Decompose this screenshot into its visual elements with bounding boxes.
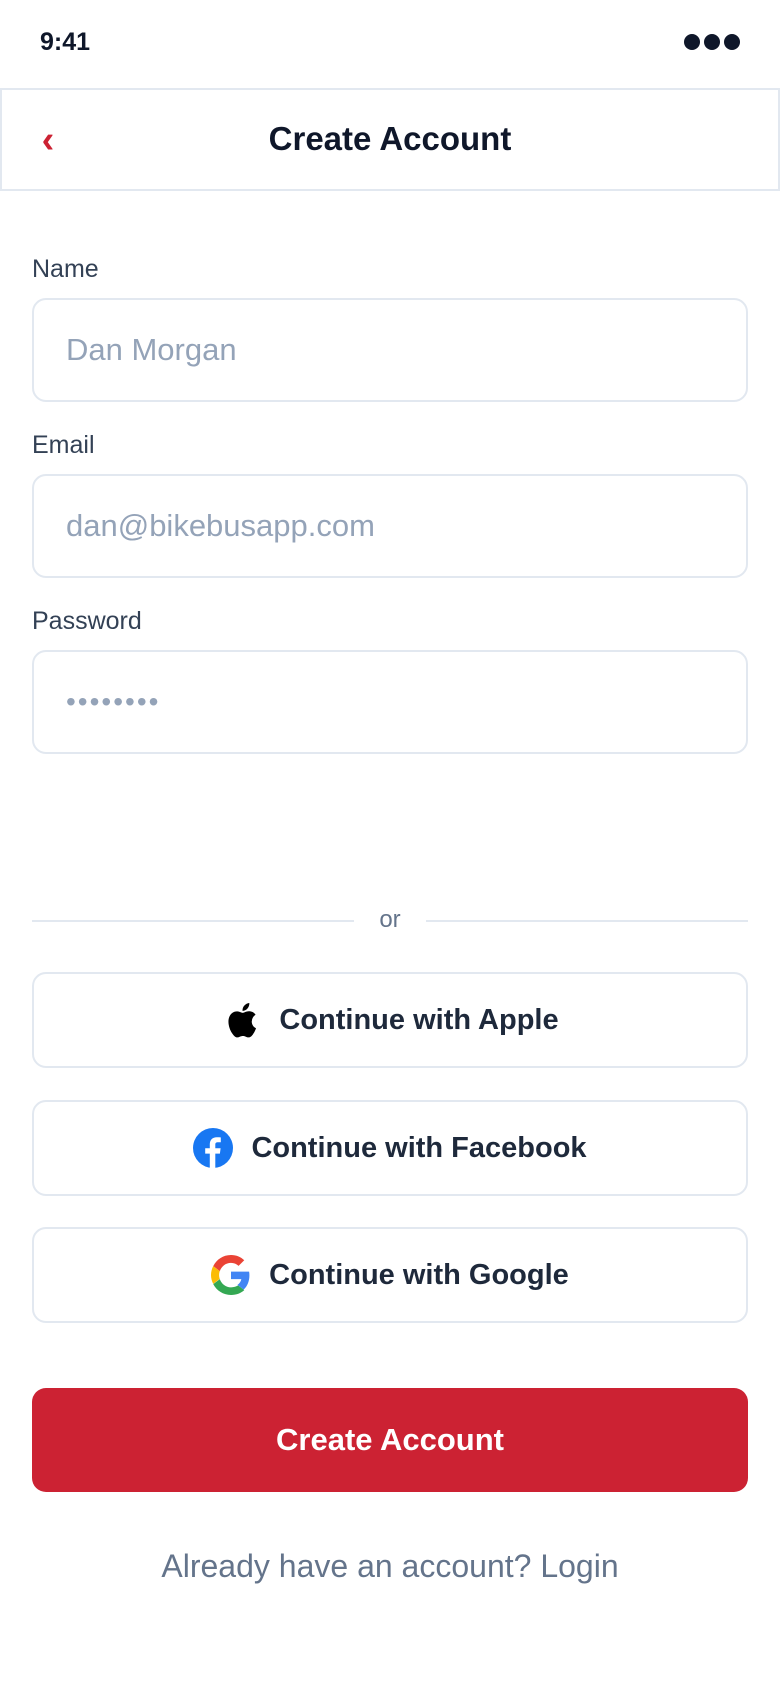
apple-button-label: Continue with Apple <box>279 1003 559 1036</box>
password-field-group: Password •••••••• <box>32 604 748 780</box>
login-link[interactable]: Already have an account? Login <box>0 1548 780 1585</box>
name-label: Name <box>32 255 99 283</box>
status-bar: 9:41 <box>0 0 780 88</box>
email-input[interactable] <box>32 474 748 578</box>
status-time: 9:41 <box>40 28 91 56</box>
facebook-icon <box>193 1128 234 1168</box>
header: ‹ Create Account <box>0 88 780 191</box>
divider-line-right <box>426 920 748 922</box>
name-field-group: Name <box>32 252 748 428</box>
password-input[interactable]: •••••••• <box>32 650 748 754</box>
google-icon <box>211 1255 251 1295</box>
page-title: Create Account <box>268 120 512 157</box>
email-label: Email <box>32 431 95 459</box>
email-field-group: Email <box>32 428 748 604</box>
create-account-button[interactable]: Create Account <box>32 1388 748 1492</box>
more-dots-icon <box>684 34 740 50</box>
or-divider: or <box>32 906 748 934</box>
google-button-label: Continue with Google <box>269 1258 569 1291</box>
name-input[interactable] <box>32 298 748 402</box>
password-label: Password <box>32 607 142 635</box>
continue-with-facebook-button[interactable]: Continue with Facebook <box>32 1100 748 1196</box>
apple-icon <box>221 1000 261 1040</box>
signup-form: Name Email Password •••••••• <box>32 252 748 780</box>
continue-with-apple-button[interactable]: Continue with Apple <box>32 972 748 1068</box>
facebook-button-label: Continue with Facebook <box>251 1131 587 1164</box>
continue-with-google-button[interactable]: Continue with Google <box>32 1227 748 1323</box>
